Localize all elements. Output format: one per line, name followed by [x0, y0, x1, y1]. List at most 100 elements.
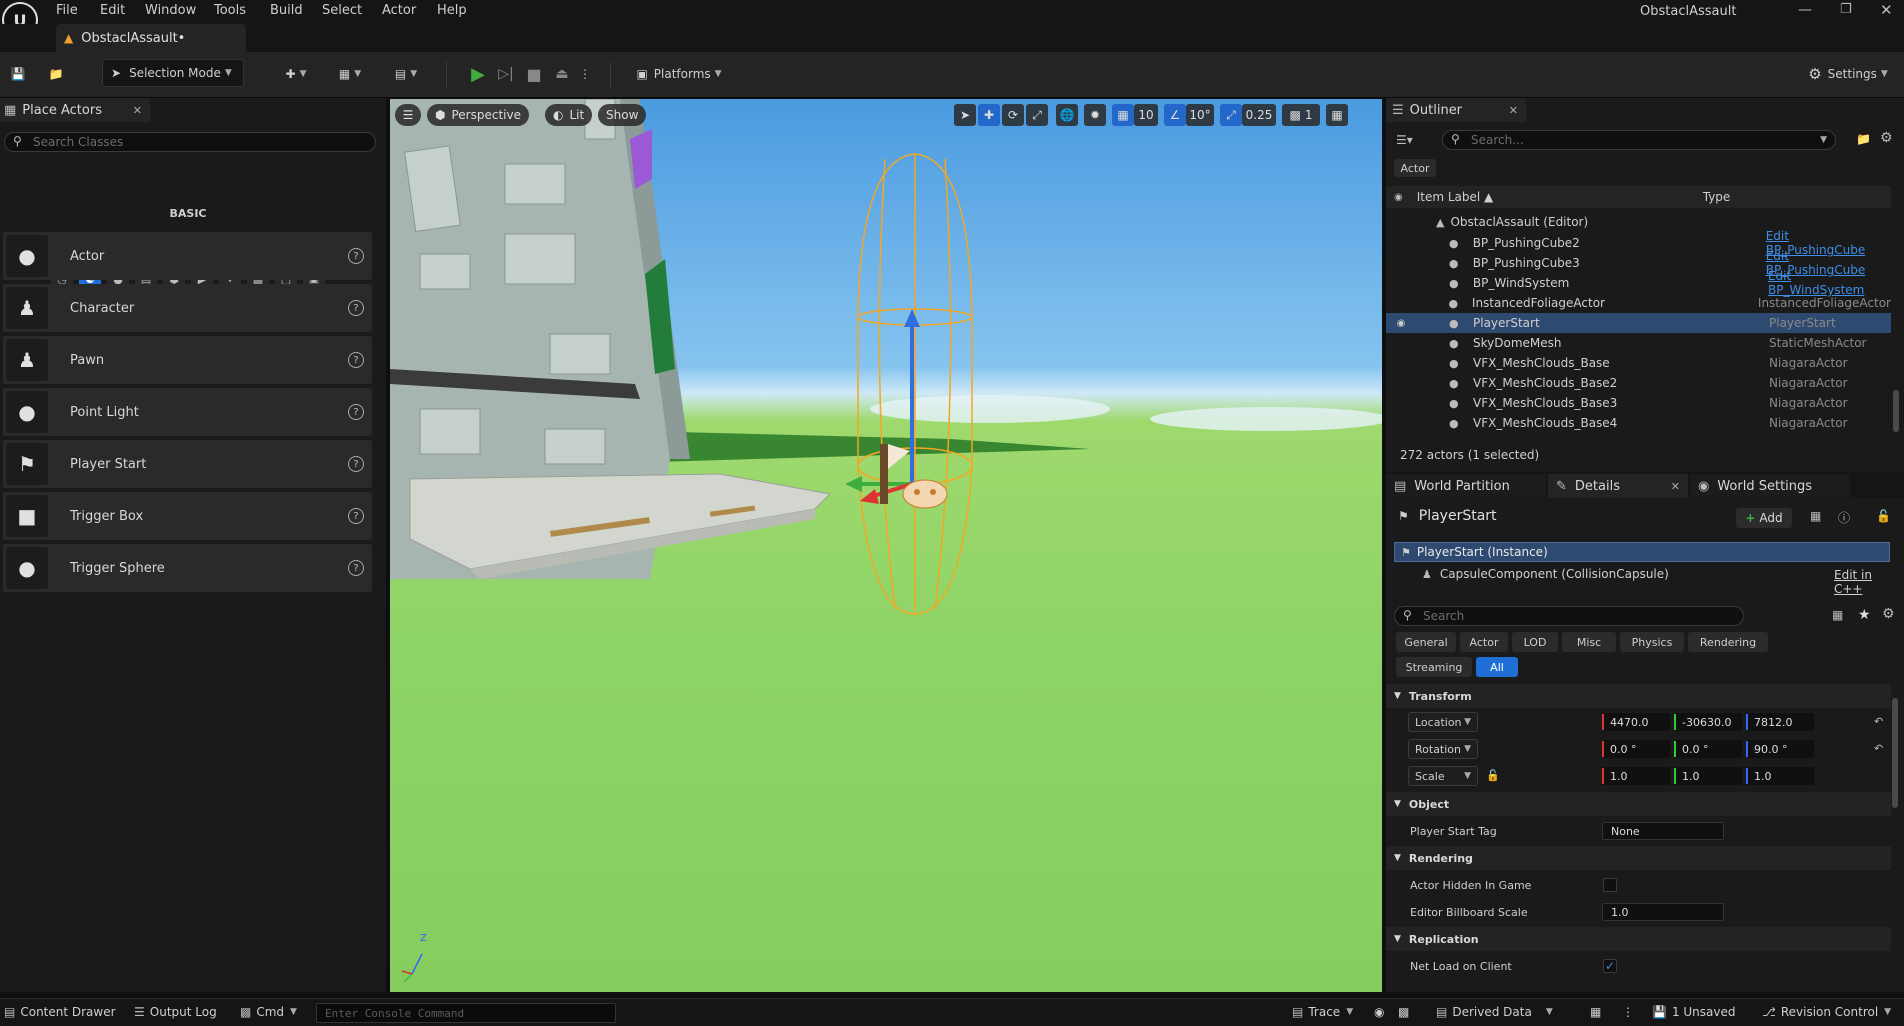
- maximize-viewport-button[interactable]: ▦: [1326, 104, 1348, 126]
- replication-section-header[interactable]: ▼ Replication: [1386, 927, 1891, 951]
- blueprint-component-icon[interactable]: ▦: [1810, 509, 1821, 523]
- scale-y-field[interactable]: 1.0: [1674, 767, 1742, 785]
- advance-frame-button[interactable]: ▷|: [494, 62, 518, 86]
- location-z-field[interactable]: 7812.0: [1746, 713, 1814, 731]
- close-window-icon[interactable]: ✕: [1880, 1, 1893, 19]
- filter-actor[interactable]: Actor: [1460, 632, 1508, 652]
- outliner-scrollbar[interactable]: [1893, 390, 1899, 432]
- minimize-icon[interactable]: —: [1798, 2, 1812, 18]
- lit-button[interactable]: ◐ Lit: [545, 104, 593, 126]
- outliner-search-input[interactable]: ⚲ Search... ▼: [1442, 130, 1836, 150]
- rotation-x-field[interactable]: 0.0 °: [1602, 740, 1670, 758]
- help-icon[interactable]: ?: [348, 352, 364, 368]
- object-section-header[interactable]: ▼ Object: [1386, 792, 1891, 816]
- menu-help[interactable]: Help: [437, 3, 467, 18]
- place-actor-character[interactable]: ♟ Character?: [3, 284, 372, 332]
- scale-lock-icon[interactable]: 🔓: [1486, 769, 1500, 782]
- net-load-checkbox[interactable]: ✓: [1603, 959, 1617, 973]
- browse-button[interactable]: 📁: [44, 62, 68, 86]
- add-folder-icon[interactable]: 📁: [1856, 132, 1871, 146]
- menu-window[interactable]: Window: [145, 3, 196, 18]
- type-column-header[interactable]: Type: [1703, 190, 1731, 204]
- stop-button[interactable]: ■: [522, 62, 546, 86]
- world-local-button[interactable]: 🌐: [1056, 104, 1078, 126]
- record-button[interactable]: ◉: [1374, 1005, 1384, 1019]
- cmd-dropdown[interactable]: ▩ Cmd ▼: [240, 1005, 297, 1019]
- filter-misc[interactable]: Misc: [1562, 632, 1616, 652]
- actor-hidden-checkbox[interactable]: [1603, 878, 1617, 892]
- revision-control-dropdown[interactable]: ⎇ Revision Control ▼: [1762, 1005, 1891, 1019]
- world-settings-tab[interactable]: ◉ World Settings: [1690, 474, 1850, 498]
- rotation-dropdown[interactable]: Rotation ▼: [1408, 739, 1478, 759]
- rotation-snap-button[interactable]: ∠: [1164, 104, 1186, 126]
- transform-section-header[interactable]: ▼ Transform: [1386, 684, 1891, 708]
- more-options-button[interactable]: ⋮: [1622, 1005, 1634, 1019]
- favorites-star-icon[interactable]: ★: [1858, 607, 1871, 623]
- level-tab[interactable]: ▲ ObstaclAssault•: [56, 24, 246, 52]
- details-scrollbar[interactable]: [1892, 698, 1898, 808]
- item-label-column-header[interactable]: Item Label ▲: [1417, 190, 1703, 204]
- grid-snap-value[interactable]: 10: [1134, 104, 1158, 126]
- filter-lod[interactable]: LOD: [1512, 632, 1558, 652]
- menu-file[interactable]: File: [56, 3, 78, 18]
- place-actor-actor[interactable]: ● Actor?: [3, 232, 372, 280]
- place-actors-tab[interactable]: ▦ Place Actors ✕: [0, 98, 150, 122]
- details-tab[interactable]: ✎ Details ✕: [1548, 474, 1688, 498]
- rotation-y-field[interactable]: 0.0 °: [1674, 740, 1742, 758]
- camera-speed-button[interactable]: ▩ 1: [1282, 104, 1320, 126]
- outliner-row[interactable]: ◉ ● PlayerStart PlayerStart: [1386, 313, 1891, 333]
- help-icon[interactable]: ?: [348, 560, 364, 576]
- player-start-tag-field[interactable]: None: [1602, 822, 1724, 840]
- viewport-menu-button[interactable]: ☰: [395, 104, 421, 126]
- help-icon[interactable]: ?: [348, 300, 364, 316]
- save-button[interactable]: 💾: [6, 62, 30, 86]
- menu-build[interactable]: Build: [270, 3, 303, 18]
- eject-button[interactable]: ⏏: [550, 62, 574, 86]
- outliner-row[interactable]: ● VFX_MeshClouds_Base4 NiagaraActor: [1386, 413, 1891, 433]
- add-component-button[interactable]: + Add: [1736, 508, 1792, 528]
- help-icon[interactable]: ?: [348, 248, 364, 264]
- play-options-button[interactable]: ⋮: [578, 62, 592, 86]
- rotate-mode-button[interactable]: ⟳: [1002, 104, 1024, 126]
- outliner-row[interactable]: ● SkyDomeMesh StaticMeshActor: [1386, 333, 1891, 353]
- place-actor-point-light[interactable]: ● Point Light?: [3, 388, 372, 436]
- blueprints-button[interactable]: ▦ ▼: [330, 62, 370, 86]
- filter-general[interactable]: General: [1396, 632, 1456, 652]
- edit-in-cpp-link[interactable]: Edit in C++: [1834, 568, 1904, 596]
- filter-icon[interactable]: ☰▾: [1396, 133, 1413, 147]
- perspective-button[interactable]: ⬢ Perspective: [427, 104, 529, 126]
- actor-filter-chip[interactable]: Actor: [1394, 159, 1436, 177]
- visibility-eye-icon[interactable]: ◉: [1394, 192, 1403, 203]
- details-settings-icon[interactable]: ⚙: [1882, 606, 1895, 622]
- place-actor-pawn[interactable]: ♟ Pawn?: [3, 336, 372, 384]
- add-content-button[interactable]: ✚ ▼: [276, 62, 316, 86]
- stats-button[interactable]: ▦: [1590, 1005, 1601, 1019]
- outliner-row[interactable]: ● BP_WindSystem Edit BP_WindSystem: [1386, 269, 1891, 297]
- translate-mode-button[interactable]: ✚: [978, 104, 1000, 126]
- outliner-tab[interactable]: ☰ Outliner ✕: [1386, 98, 1526, 122]
- screenshot-button[interactable]: ▩: [1398, 1005, 1409, 1019]
- place-actor-player-start[interactable]: ⚑ Player Start?: [3, 440, 372, 488]
- property-matrix-icon[interactable]: ▦: [1832, 608, 1843, 622]
- scale-dropdown[interactable]: Scale ▼: [1408, 766, 1478, 786]
- console-command-input[interactable]: Enter Console Command: [316, 1003, 616, 1023]
- content-drawer-button[interactable]: ▤ Content Drawer: [4, 1005, 116, 1019]
- show-button[interactable]: Show: [598, 104, 647, 126]
- place-actor-trigger-box[interactable]: ■ Trigger Box?: [3, 492, 372, 540]
- close-tab-icon[interactable]: ✕: [1671, 480, 1680, 493]
- component-row[interactable]: ♟ CapsuleComponent (CollisionCapsule): [1394, 564, 1890, 584]
- output-log-button[interactable]: ☰ Output Log: [134, 1005, 217, 1019]
- selection-mode-dropdown[interactable]: ➤ Selection Mode ▼: [102, 59, 244, 87]
- outliner-row[interactable]: ● VFX_MeshClouds_Base NiagaraActor: [1386, 353, 1891, 373]
- billboard-scale-field[interactable]: 1.0: [1602, 903, 1724, 921]
- surface-snap-button[interactable]: ✹: [1084, 104, 1106, 126]
- outliner-row[interactable]: ● InstancedFoliageActor InstancedFoliageAc…: [1386, 293, 1891, 313]
- restore-icon[interactable]: ❐: [1840, 2, 1852, 17]
- menu-edit[interactable]: Edit: [100, 3, 125, 18]
- help-icon[interactable]: ⓘ: [1838, 509, 1850, 526]
- filter-streaming[interactable]: Streaming: [1396, 657, 1472, 677]
- reset-arrow-icon[interactable]: ↶: [1874, 742, 1883, 755]
- location-y-field[interactable]: -30630.0: [1674, 713, 1742, 731]
- place-actor-trigger-sphere[interactable]: ● Trigger Sphere?: [3, 544, 372, 592]
- scale-x-field[interactable]: 1.0: [1602, 767, 1670, 785]
